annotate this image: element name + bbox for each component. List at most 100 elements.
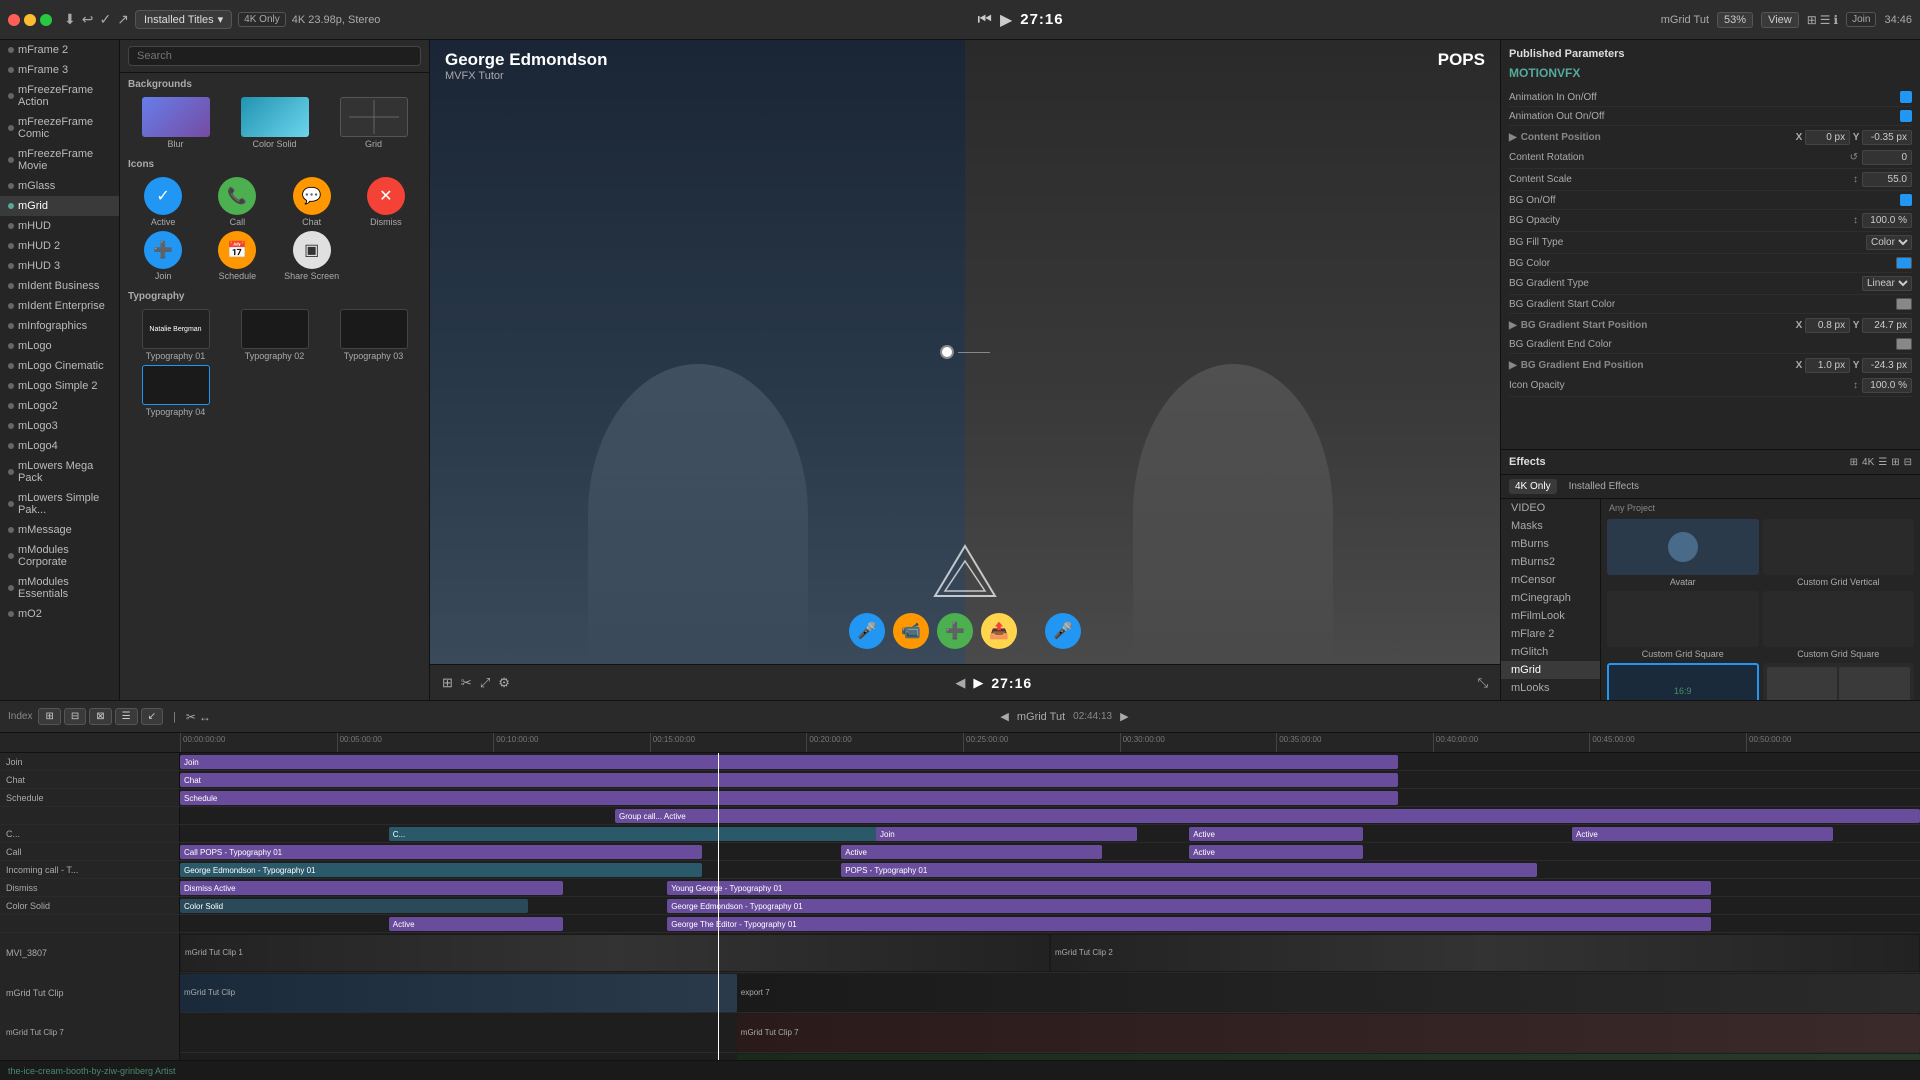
tl-prev[interactable]: ◀ [1000, 710, 1008, 723]
effects-item-mlooks[interactable]: mLooks [1501, 679, 1600, 697]
clip-c2[interactable]: Join [876, 827, 1137, 841]
bg-gradstart-swatch[interactable] [1896, 298, 1912, 310]
sidebar-item-mframe3[interactable]: mFrame 3 [0, 60, 119, 80]
effects-tab-installed[interactable]: Installed Effects [1563, 479, 1645, 494]
sidebar-item-mlowerssimple[interactable]: mLowers Simple Pak... [0, 488, 119, 520]
tl-btn-2[interactable]: ⊟ [64, 708, 86, 725]
forward-icon[interactable]: ↗ [117, 11, 129, 28]
effects-ctrl-5[interactable]: ⊟ [1904, 457, 1912, 468]
effects-tab-4k[interactable]: 4K Only [1509, 479, 1557, 494]
typo-03-item[interactable]: Typography 03 [326, 309, 421, 361]
icon-join[interactable]: ➕ Join [128, 231, 198, 281]
effects-item-mfilmlook[interactable]: mFilmLook [1501, 607, 1600, 625]
fullscreen-dot[interactable] [40, 14, 52, 26]
sidebar-item-mfreezecomic[interactable]: mFreezeFrame Comic [0, 112, 119, 144]
effects-item-mburns[interactable]: mBurns [1501, 535, 1600, 553]
sidebar-item-minfographics[interactable]: mInfographics [0, 316, 119, 336]
trim-icon[interactable]: ✂ [461, 675, 472, 691]
tl-btn-3[interactable]: ⊠ [89, 708, 111, 725]
clip-dismiss[interactable]: Dismiss Active [180, 881, 563, 895]
effect-custom-grid-vertical[interactable]: Custom Grid Vertical [1763, 519, 1915, 587]
view-dropdown[interactable]: View [1761, 12, 1799, 28]
icon-schedule[interactable]: 📅 Schedule [202, 231, 272, 281]
remote-mute-button[interactable]: 🎤 [1045, 613, 1081, 649]
clip-incoming[interactable]: George Edmondson - Typography 01 [180, 863, 702, 877]
clip-active[interactable]: Active [389, 917, 563, 931]
effects-ctrl-2[interactable]: 4K [1862, 457, 1874, 468]
expand-icon[interactable]: ⤡ [1478, 675, 1488, 691]
effects-item-mcinegraph[interactable]: mCinegraph [1501, 589, 1600, 607]
share-button[interactable]: 📤 [981, 613, 1017, 649]
sidebar-item-mlogo[interactable]: mLogo [0, 336, 119, 356]
bg-blur-item[interactable]: Blur [128, 97, 223, 149]
clip-colorsolid[interactable]: Color Solid [180, 899, 528, 913]
icon-active[interactable]: ✓ Active [128, 177, 198, 227]
clip-c4[interactable]: Active [1572, 827, 1833, 841]
typo-04-item[interactable]: Typography 04 [128, 365, 223, 417]
transform-icon[interactable]: ⤢ [480, 675, 490, 691]
sidebar-item-mlogo4[interactable]: mLogo4 [0, 436, 119, 456]
sidebar-item-midentent[interactable]: mIdent Enterprise [0, 296, 119, 316]
content-rotation-input[interactable] [1862, 150, 1912, 165]
icon-chat[interactable]: 💬 Chat [277, 177, 347, 227]
grid-icon[interactable]: ⊞ [1807, 13, 1817, 27]
clip-schedule[interactable]: Schedule [180, 791, 1398, 805]
anim-out-checkbox[interactable] [1900, 110, 1912, 122]
clip-colorsolid2[interactable]: George Edmondson - Typography 01 [667, 899, 1711, 913]
sidebar-item-mhud2[interactable]: mHUD 2 [0, 236, 119, 256]
effect-h169[interactable]: 16:9 Horizontal 16:9 Project [1607, 663, 1759, 700]
content-position-section[interactable]: ▶ Content Position X Y [1509, 126, 1912, 147]
installed-titles-dropdown[interactable]: Installed Titles ▾ [135, 10, 232, 29]
join-button[interactable]: Join [1846, 12, 1876, 27]
rewind-button[interactable]: ⏮ [978, 11, 992, 29]
effect-custom-grid-square2[interactable]: Custom Grid Square [1763, 591, 1915, 659]
zoom-level[interactable]: 53% [1717, 12, 1753, 28]
video-button[interactable]: 📹 [893, 613, 929, 649]
bg-grid-item[interactable]: Grid [326, 97, 421, 149]
icon-opacity-input[interactable] [1862, 378, 1912, 393]
effects-item-mglitch[interactable]: mGlitch [1501, 643, 1600, 661]
play-prev-icon[interactable]: ◀ [955, 675, 965, 691]
back-icon[interactable]: ⬇ [64, 11, 76, 28]
sidebar-item-mlogosimple2[interactable]: mLogo Simple 2 [0, 376, 119, 396]
sidebar-item-mfreezemovie[interactable]: mFreezeFrame Movie [0, 144, 119, 176]
info-icon[interactable]: ℹ [1834, 13, 1839, 27]
effects-item-mflare2[interactable]: mFlare 2 [1501, 625, 1600, 643]
clip-call[interactable]: Call POPS - Typography 01 [180, 845, 702, 859]
gradstart-pos-x[interactable] [1805, 318, 1850, 333]
sidebar-item-mmessage[interactable]: mMessage [0, 520, 119, 540]
clip-call-active2[interactable]: Active [1189, 845, 1363, 859]
minimize-dot[interactable] [24, 14, 36, 26]
clip-dismiss2[interactable]: Young George - Typography 01 [667, 881, 1711, 895]
check-icon[interactable]: ✓ [99, 11, 111, 28]
effect-h1x2[interactable]: Horizontal 1x2 [1763, 663, 1915, 700]
sidebar-item-mglass[interactable]: mGlass [0, 176, 119, 196]
settings-icon[interactable]: ⚙ [498, 675, 510, 691]
sidebar-item-mo2[interactable]: mO2 [0, 604, 119, 624]
bg-filltype-select[interactable]: Color [1866, 235, 1912, 250]
clip-incoming2[interactable]: POPS - Typography 01 [841, 863, 1537, 877]
sidebar-item-mlogo3[interactable]: mLogo3 [0, 416, 119, 436]
bg-gradend-swatch[interactable] [1896, 338, 1912, 350]
add-button[interactable]: ➕ [937, 613, 973, 649]
tl-btn-arrow[interactable]: ↙ [141, 708, 163, 725]
sidebar-item-mframe2[interactable]: mFrame 2 [0, 40, 119, 60]
tl-tool-1[interactable]: ✂ [186, 710, 196, 724]
effects-item-mcensor[interactable]: mCensor [1501, 571, 1600, 589]
mute-button[interactable]: 🎤 [849, 613, 885, 649]
sidebar-item-mlogocinematic[interactable]: mLogo Cinematic [0, 356, 119, 376]
bg-solid-item[interactable]: Color Solid [227, 97, 322, 149]
sidebar-item-mmodulesess[interactable]: mModules Essentials [0, 572, 119, 604]
content-scale-input[interactable] [1862, 172, 1912, 187]
clip-call-active[interactable]: Active [841, 845, 1102, 859]
sidebar-item-mgrid[interactable]: mGrid [0, 196, 119, 216]
bg-gradtype-select[interactable]: Linear [1862, 276, 1912, 291]
clip-active2[interactable]: George The Editor - Typography 01 [667, 917, 1711, 931]
search-input[interactable] [128, 46, 421, 66]
clip-c3[interactable]: Active [1189, 827, 1363, 841]
bg-gradend-pos-section[interactable]: ▶ BG Gradient End Position X Y [1509, 354, 1912, 375]
bg-color-swatch[interactable] [1896, 257, 1912, 269]
play-button[interactable]: ▶ [1000, 10, 1012, 30]
list-icon[interactable]: ☰ [1820, 13, 1831, 27]
tl-btn-1[interactable]: ⊞ [38, 708, 60, 725]
